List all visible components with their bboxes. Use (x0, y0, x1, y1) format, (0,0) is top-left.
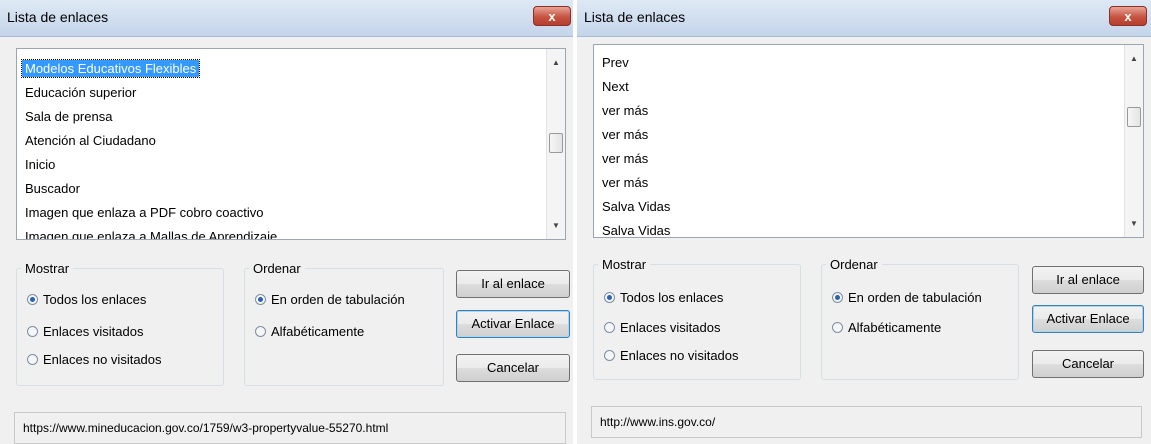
vertical-scrollbar[interactable]: ▲ ▼ (546, 49, 565, 239)
link-list-dialog-2: Lista de enlaces x Prev Next ver más ver… (577, 0, 1151, 444)
title-bar: Lista de enlaces x (0, 0, 573, 37)
radio-all-links[interactable]: Todos los enlaces (604, 289, 723, 307)
radio-icon (604, 350, 615, 362)
go-to-link-button[interactable]: Ir al enlace (456, 270, 570, 298)
link-list[interactable]: Prev Next ver más ver más ver más ver má… (593, 44, 1144, 238)
radio-icon (255, 326, 266, 338)
activate-link-button[interactable]: Activar Enlace (456, 310, 570, 338)
status-url: https://www.mineducacion.gov.co/1759/w3-… (14, 412, 566, 444)
show-group-label: Mostrar (21, 261, 74, 276)
scroll-up-icon[interactable]: ▲ (547, 58, 565, 67)
radio-visited-links[interactable]: Enlaces visitados (604, 319, 720, 337)
close-button[interactable]: x (1109, 6, 1147, 26)
show-group-label: Mostrar (598, 257, 651, 272)
list-item[interactable]: ver más (599, 123, 1123, 147)
show-group: Mostrar Todos los enlaces Enlaces visita… (593, 257, 801, 380)
radio-icon (27, 326, 38, 338)
radio-all-links[interactable]: Todos los enlaces (27, 291, 146, 309)
scroll-up-icon[interactable]: ▲ (1125, 54, 1143, 63)
list-item[interactable]: Educación superior (22, 81, 545, 105)
list-item[interactable]: Imagen que enlaza a Mallas de Aprendizaj… (22, 225, 545, 239)
radio-icon (27, 354, 38, 366)
scroll-down-icon[interactable]: ▼ (1125, 219, 1143, 228)
close-icon: x (548, 9, 556, 24)
list-item-selected[interactable]: Modelos Educativos Flexibles (20, 57, 545, 81)
list-item[interactable]: Prev (599, 51, 1123, 75)
radio-selected-icon (604, 292, 615, 304)
radio-alphabetical[interactable]: Alfabéticamente (832, 319, 941, 337)
list-item[interactable]: Salva Vidas (599, 195, 1123, 219)
title-bar: Lista de enlaces x (577, 0, 1151, 37)
go-to-link-button[interactable]: Ir al enlace (1032, 266, 1144, 294)
activate-link-button[interactable]: Activar Enlace (1032, 305, 1144, 333)
radio-selected-icon (27, 294, 38, 306)
radio-unvisited-links[interactable]: Enlaces no visitados (27, 351, 162, 369)
link-list-dialog-1: Lista de enlaces x Modelos Educativos Fl… (0, 0, 573, 444)
radio-icon (832, 322, 843, 334)
scroll-down-icon[interactable]: ▼ (547, 221, 565, 230)
close-icon: x (1124, 9, 1132, 24)
list-item[interactable]: Sala de prensa (22, 105, 545, 129)
order-group: Ordenar En orden de tabulación Alfabétic… (244, 261, 444, 386)
show-group: Mostrar Todos los enlaces Enlaces visita… (16, 261, 224, 386)
dialog-title: Lista de enlaces (584, 9, 686, 25)
list-item[interactable]: Salva Vidas (599, 219, 1123, 237)
list-item[interactable]: ver más (599, 99, 1123, 123)
order-group-label: Ordenar (826, 257, 882, 272)
list-item[interactable]: Inicio (22, 153, 545, 177)
link-list[interactable]: Modelos Educativos Flexibles Educación s… (16, 48, 566, 240)
order-group-label: Ordenar (249, 261, 305, 276)
list-item[interactable]: Next (599, 75, 1123, 99)
radio-visited-links[interactable]: Enlaces visitados (27, 323, 143, 341)
radio-icon (604, 322, 615, 334)
close-button[interactable]: x (533, 6, 571, 26)
vertical-scrollbar[interactable]: ▲ ▼ (1124, 45, 1143, 237)
order-group: Ordenar En orden de tabulación Alfabétic… (821, 257, 1019, 380)
radio-unvisited-links[interactable]: Enlaces no visitados (604, 347, 739, 365)
status-url: http://www.ins.gov.co/ (591, 406, 1142, 438)
scroll-thumb[interactable] (549, 133, 563, 153)
list-item[interactable]: ver más (599, 171, 1123, 195)
list-item[interactable]: ver más (599, 147, 1123, 171)
dialog-title: Lista de enlaces (7, 9, 109, 25)
cancel-button[interactable]: Cancelar (456, 354, 570, 382)
cancel-button[interactable]: Cancelar (1032, 350, 1144, 378)
scroll-thumb[interactable] (1127, 107, 1141, 127)
radio-tab-order[interactable]: En orden de tabulación (832, 289, 982, 307)
radio-tab-order[interactable]: En orden de tabulación (255, 291, 405, 309)
list-item[interactable]: Imagen que enlaza a PDF cobro coactivo (22, 201, 545, 225)
list-item[interactable]: Buscador (22, 177, 545, 201)
radio-alphabetical[interactable]: Alfabéticamente (255, 323, 364, 341)
radio-selected-icon (832, 292, 843, 304)
radio-selected-icon (255, 294, 266, 306)
list-item[interactable]: Atención al Ciudadano (22, 129, 545, 153)
